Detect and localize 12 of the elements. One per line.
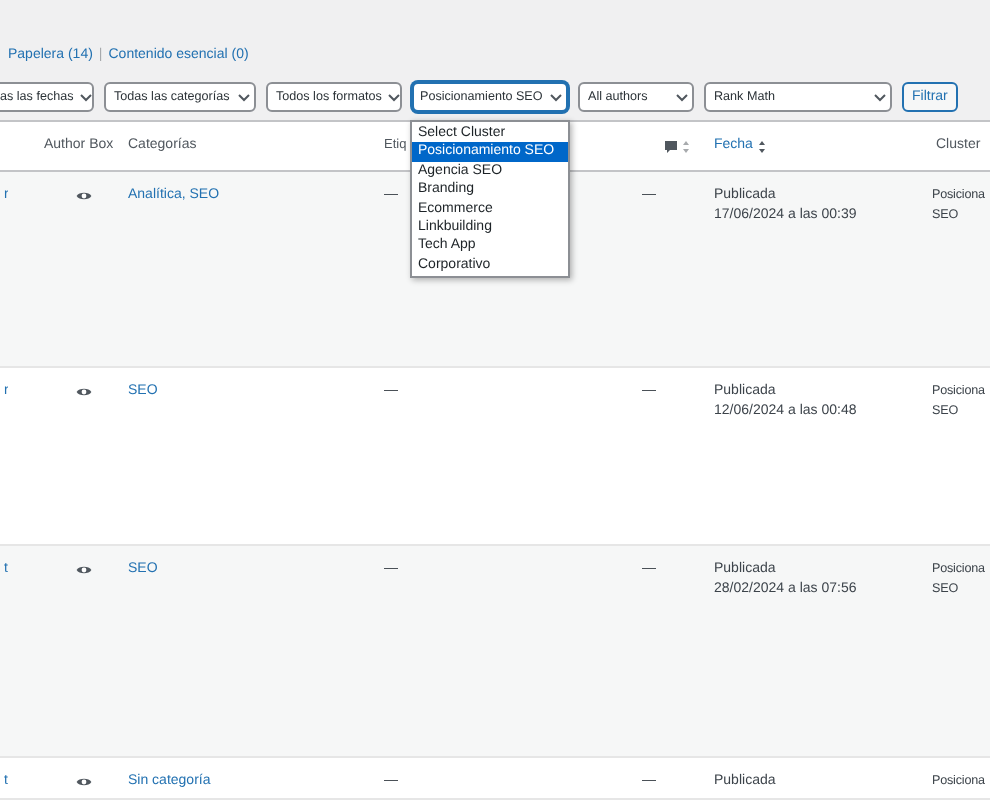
- chevron-icon: [387, 93, 400, 101]
- sort-icon[interactable]: [758, 139, 767, 153]
- chevron-icon: [550, 93, 562, 101]
- comment-icon[interactable]: [663, 139, 677, 153]
- chevron-icon: [874, 93, 886, 101]
- eye-icon[interactable]: [76, 386, 92, 398]
- chevron-icon: [238, 93, 250, 101]
- eye-icon[interactable]: [76, 776, 92, 788]
- eye-icon[interactable]: [76, 190, 92, 202]
- chevron-icon: [79, 93, 92, 101]
- chevron-icon: [676, 93, 688, 101]
- eye-icon[interactable]: [76, 564, 92, 576]
